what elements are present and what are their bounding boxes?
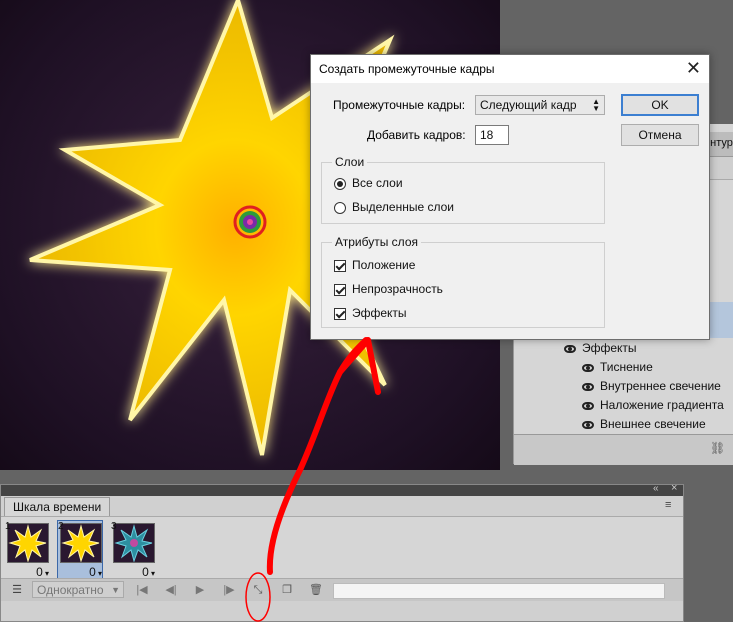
eye-icon[interactable] (582, 363, 594, 372)
loop-options-value: Однократно (37, 583, 104, 597)
frame-1[interactable]: 1 0 ▾ (5, 521, 49, 579)
effect-row-inner-glow[interactable]: Внутреннее свечение (582, 377, 721, 396)
layers-group: Слои Все слои Выделенные слои (321, 155, 605, 224)
checkbox-checked-icon (334, 259, 346, 272)
effects-checkbox[interactable]: Эффекты (334, 305, 407, 323)
timeline-panel-titlebar: « × (1, 482, 683, 496)
duplicate-frame-icon[interactable]: ❐ (279, 582, 295, 598)
dialog-titlebar: Создать промежуточные кадры ✕ (311, 55, 709, 83)
frames-strip: 1 0 ▾ 2 0 ▾ 3 0 ▾ (1, 516, 683, 580)
tween-icon[interactable]: ⤡ (250, 582, 266, 598)
frame-number: 2 (58, 521, 64, 532)
all-layers-label: Все слои (352, 176, 403, 190)
checkbox-checked-icon (334, 307, 346, 320)
tween-with-value: Следующий кадр (480, 98, 577, 112)
radio-empty-icon (334, 201, 346, 214)
effect-label: Внутреннее свечение (600, 379, 721, 393)
eye-icon[interactable] (564, 344, 576, 353)
link-icon[interactable]: ⛓ (710, 441, 725, 455)
timeline-tab[interactable]: Шкала времени (4, 497, 111, 516)
frame-number: 3 (111, 521, 117, 532)
frame-2[interactable]: 2 0 ▾ (57, 520, 103, 580)
cancel-button[interactable]: Отмена (621, 124, 699, 146)
eye-icon[interactable] (582, 420, 594, 429)
opacity-label: Непрозрачность (352, 282, 443, 296)
timeline-panel: « × Шкала времени ≡ 1 0 ▾ 2 0 ▾ 3 0 ▾ ☰ (0, 482, 684, 622)
dialog-title: Создать промежуточные кадры (319, 62, 495, 76)
close-panel-icon[interactable]: × (671, 482, 677, 494)
effects-label: Эффекты (582, 341, 637, 355)
eye-icon[interactable] (582, 401, 594, 410)
tween-dialog: Создать промежуточные кадры ✕ Промежуточ… (310, 54, 710, 340)
frame-thumbnail (60, 523, 102, 563)
all-layers-radio[interactable]: Все слои (334, 175, 403, 193)
loop-options-select[interactable]: Однократно ▼ (32, 581, 124, 598)
layer-attributes-title: Атрибуты слоя (332, 235, 421, 249)
selected-layers-label: Выделенные слои (352, 200, 454, 214)
collapse-icon[interactable]: « (653, 483, 659, 494)
close-icon[interactable]: ✕ (686, 58, 701, 78)
opacity-checkbox[interactable]: Непрозрачность (334, 281, 443, 299)
convert-timeline-icon[interactable]: ☰ (9, 582, 25, 598)
checkbox-checked-icon (334, 283, 346, 296)
frame-delay[interactable]: 0 ▾ (142, 565, 155, 579)
effect-row-bevel[interactable]: Тиснение (582, 358, 653, 377)
position-label: Положение (352, 258, 416, 272)
frame-3[interactable]: 3 0 ▾ (111, 521, 155, 579)
effect-row-gradient-overlay[interactable]: Наложение градиента (582, 396, 724, 415)
frame-thumbnail (113, 523, 155, 563)
frame-delay[interactable]: 0 ▾ (89, 565, 102, 579)
previous-frame-icon[interactable]: ◀| (163, 582, 179, 598)
chevron-down-icon: ▼ (111, 585, 120, 595)
next-frame-icon[interactable]: |▶ (221, 582, 237, 598)
frame-delay[interactable]: 0 ▾ (36, 565, 49, 579)
effect-label: Тиснение (600, 360, 653, 374)
panel-menu-icon[interactable]: ≡ (665, 499, 671, 511)
effect-label: Наложение градиента (600, 398, 724, 412)
tween-with-label: Промежуточные кадры: (333, 98, 466, 112)
add-frames-label: Добавить кадров: (367, 128, 466, 142)
effect-row-outer-glow[interactable]: Внешнее свечение (582, 415, 706, 434)
chevron-updown-icon: ▲ ▼ (592, 97, 600, 113)
play-icon[interactable]: ▶ (192, 582, 208, 598)
radio-selected-icon (334, 177, 346, 190)
tween-with-select[interactable]: Следующий кадр ▲ ▼ (475, 95, 605, 115)
effects-checkbox-label: Эффекты (352, 306, 407, 320)
add-frames-input[interactable]: 18 (475, 125, 509, 145)
layers-panel-footer: ⛓ (514, 434, 733, 465)
layer-attributes-group: Атрибуты слоя Положение Непрозрачность Э… (321, 235, 605, 328)
layers-group-title: Слои (332, 155, 368, 169)
ok-button[interactable]: OK (621, 94, 699, 116)
frame-number: 1 (5, 521, 11, 532)
effects-row[interactable]: Эффекты (564, 339, 637, 358)
effect-label: Внешнее свечение (600, 417, 706, 431)
delete-frame-icon[interactable]: 🗑 (308, 582, 324, 598)
eye-icon[interactable] (582, 382, 594, 391)
first-frame-icon[interactable]: |◀ (134, 582, 150, 598)
selected-layers-radio[interactable]: Выделенные слои (334, 199, 454, 217)
timeline-scrollbar[interactable] (333, 583, 665, 599)
frame-thumbnail (7, 523, 49, 563)
star-center-target (233, 205, 267, 239)
position-checkbox[interactable]: Положение (334, 257, 415, 275)
timeline-controls: ☰ Однократно ▼ |◀ ◀| ▶ |▶ ⤡ ❐ 🗑 (1, 578, 683, 601)
